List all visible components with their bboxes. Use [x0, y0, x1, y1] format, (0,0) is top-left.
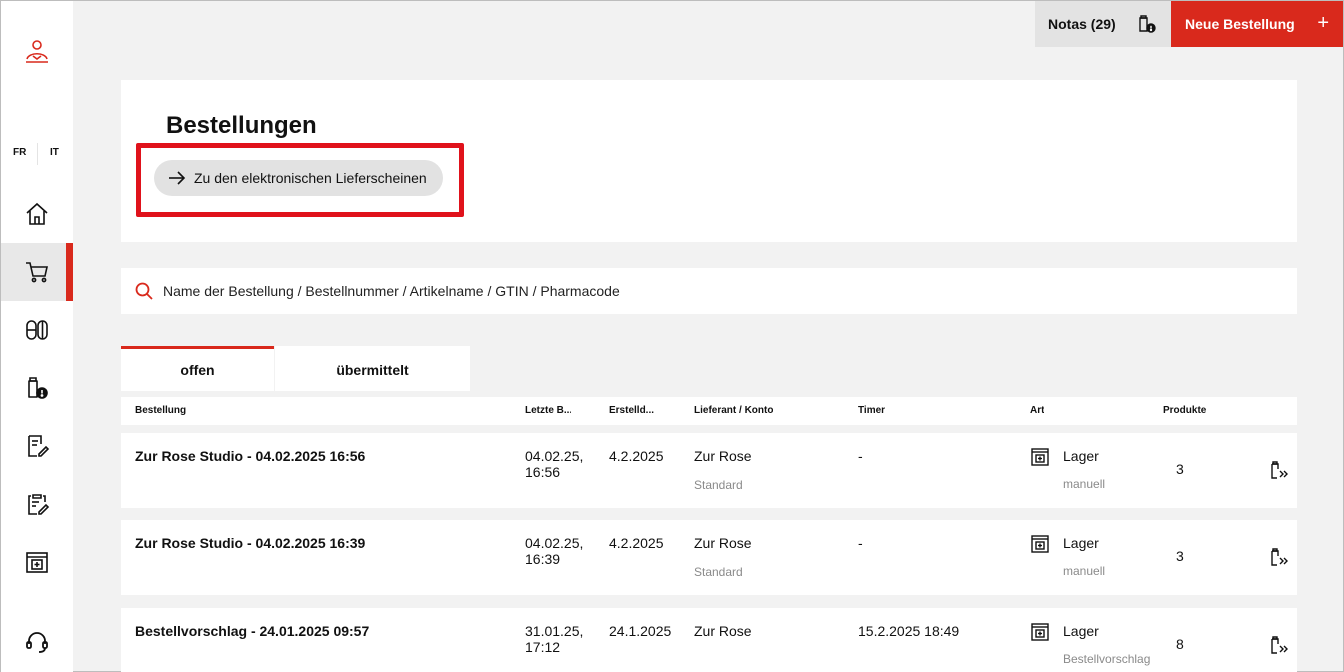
plus-icon: +: [1317, 12, 1329, 34]
order-type: Lager: [1063, 448, 1099, 464]
nav-inventory[interactable]: [1, 475, 73, 533]
col-supplier[interactable]: Lieferant / Konto: [694, 405, 773, 416]
sidebar: FR IT: [1, 1, 73, 672]
supplier: Zur Rose: [694, 623, 752, 639]
timer: -: [858, 448, 863, 464]
headset-icon: [26, 632, 48, 653]
account: Standard: [694, 478, 743, 492]
order-type: Lager: [1063, 535, 1099, 551]
new-order-label: Neue Bestellung: [1185, 16, 1295, 32]
nav-products[interactable]: [1, 301, 73, 359]
nav-notas[interactable]: [1, 359, 73, 417]
last-order-date-line: 04.02.25,: [525, 535, 584, 551]
col-timer[interactable]: Timer: [858, 405, 885, 416]
cart-icon: [26, 262, 48, 283]
language-divider: [37, 143, 38, 165]
medicine-alert-icon: [28, 377, 48, 399]
delivery-notes-link-label: Zu den elektronischen Lieferscheinen: [194, 170, 427, 186]
last-order-time-line: 16:56: [525, 464, 561, 480]
header-card: Bestellungen Zu den elektronischen Liefe…: [121, 80, 1297, 242]
search-icon: [135, 282, 153, 300]
supplier: Zur Rose: [694, 535, 752, 551]
medicine-forward-icon[interactable]: [1269, 634, 1289, 656]
timer: 15.2.2025 18:49: [858, 623, 960, 639]
medicine-forward-icon[interactable]: [1269, 546, 1289, 568]
order-type: Lager: [1063, 623, 1099, 639]
notas-button[interactable]: Notas (29): [1035, 1, 1171, 47]
pills-icon: [26, 320, 48, 340]
nav-home[interactable]: [1, 185, 73, 243]
notas-label: Notas (29): [1048, 16, 1116, 32]
nav-support[interactable]: [1, 613, 73, 671]
table-header: Bestellung Letzte B... Erstelld... Liefe…: [121, 397, 1297, 425]
order-name: Zur Rose Studio - 04.02.2025 16:39: [135, 535, 366, 551]
clipboard-edit-icon: [28, 494, 50, 515]
col-products[interactable]: Produkte: [1163, 405, 1206, 416]
tab-offen[interactable]: offen: [121, 346, 274, 391]
nav-warehouse[interactable]: [1, 533, 73, 591]
page-title: Bestellungen: [166, 112, 317, 139]
last-order-time-line: 16:39: [525, 551, 561, 567]
last-order-date: 04.02.25, 16:39: [525, 535, 595, 567]
order-type-sub: manuell: [1063, 564, 1106, 578]
table-row[interactable]: Zur Rose Studio - 04.02.2025 16:39 04.02…: [121, 520, 1297, 595]
last-order-date: 04.02.25, 16:56: [525, 448, 595, 480]
nav-documents[interactable]: [1, 417, 73, 475]
order-name: Zur Rose Studio - 04.02.2025 16:56: [135, 448, 366, 464]
created-date: 4.2.2025: [609, 448, 664, 464]
edit-document-icon: [28, 435, 50, 457]
col-bestellung[interactable]: Bestellung: [135, 405, 186, 416]
warehouse-icon: [1031, 448, 1049, 466]
delivery-notes-link[interactable]: Zu den elektronischen Lieferscheinen: [154, 160, 443, 196]
timer: -: [858, 535, 863, 551]
product-count: 3: [1176, 461, 1184, 477]
language-it[interactable]: IT: [50, 147, 59, 158]
nav-orders[interactable]: [1, 243, 73, 301]
col-art[interactable]: Art: [1030, 405, 1044, 416]
created-date: 4.2.2025: [609, 535, 664, 551]
table-row[interactable]: Bestellvorschlag - 24.01.2025 09:57 31.0…: [121, 608, 1297, 672]
table-row[interactable]: Zur Rose Studio - 04.02.2025 16:56 04.02…: [121, 433, 1297, 508]
supplier: Zur Rose: [694, 448, 752, 464]
warehouse-icon: [1031, 535, 1049, 553]
medicine-forward-icon[interactable]: [1269, 459, 1289, 481]
new-order-button[interactable]: Neue Bestellung +: [1171, 1, 1343, 47]
last-order-date-line: 31.01.25,: [525, 623, 584, 639]
last-order-date: 31.01.25, 17:12: [525, 623, 595, 655]
last-order-date-line: 04.02.25,: [525, 448, 584, 464]
search-bar: [121, 268, 1297, 314]
created-date: 24.1.2025: [609, 623, 672, 639]
order-name: Bestellvorschlag - 24.01.2025 09:57: [135, 623, 370, 639]
search-input[interactable]: [163, 283, 1063, 299]
warehouse-icon: [1031, 623, 1049, 641]
last-order-time-line: 17:12: [525, 639, 561, 655]
col-last-order[interactable]: Letzte B...: [525, 405, 571, 416]
warehouse-icon: [26, 552, 48, 573]
tab-uebermittelt[interactable]: übermittelt: [275, 346, 470, 391]
pharmacist-logo-icon[interactable]: [23, 37, 51, 65]
home-icon: [26, 202, 48, 225]
order-type-sub: manuell: [1063, 477, 1106, 491]
language-fr[interactable]: FR: [13, 147, 26, 158]
order-type-sub: Bestellvorschlag: [1063, 652, 1151, 666]
product-count: 3: [1176, 548, 1184, 564]
arrow-right-icon: [169, 171, 186, 185]
medicine-alert-icon: [1139, 15, 1156, 33]
product-count: 8: [1176, 636, 1184, 652]
col-created[interactable]: Erstelld...: [609, 405, 655, 416]
account: Standard: [694, 565, 743, 579]
